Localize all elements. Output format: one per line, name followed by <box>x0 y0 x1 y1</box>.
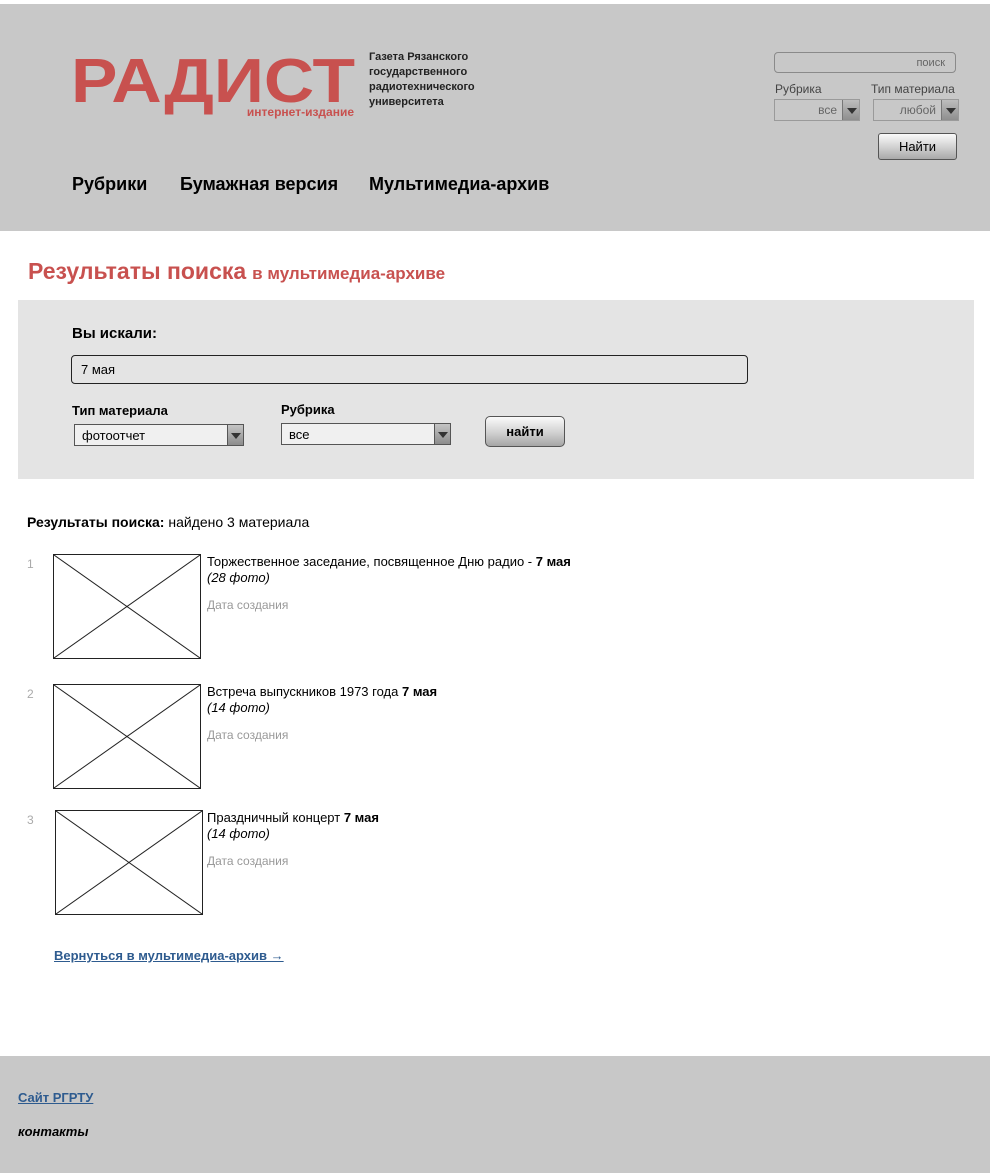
image-placeholder-icon[interactable] <box>55 810 203 915</box>
placeholder-cross <box>54 685 200 788</box>
results-summary: Результаты поиска: найдено 3 материала <box>27 514 309 530</box>
type-select-value: фотоотчет <box>82 428 146 443</box>
rubric-select-value: все <box>289 427 310 442</box>
logo-subtitle: интернет-издание <box>246 105 354 119</box>
result-title[interactable]: Встреча выпускников 1973 года 7 мая <box>207 684 437 699</box>
header-type-label: Тип материала <box>871 82 955 96</box>
rubric-label: Рубрика <box>281 402 335 417</box>
nav-item-paper-version[interactable]: Бумажная версия <box>180 174 338 195</box>
result-date: Дата создания <box>207 728 289 742</box>
result-number: 1 <box>27 557 34 571</box>
search-panel: Вы искали: Тип материала фотоотчет Рубри… <box>18 300 974 479</box>
results-summary-count: найдено 3 материала <box>168 514 310 530</box>
header-type-value: любой <box>899 103 936 117</box>
site-header: РАДИСТ интернет-издание Газета Рязанског… <box>0 4 990 231</box>
back-to-archive-link[interactable]: Вернуться в мультимедиа-архив → <box>54 948 284 963</box>
search-submit-button[interactable]: найти <box>485 416 565 447</box>
nav-item-rubrics[interactable]: Рубрики <box>72 174 147 195</box>
placeholder-cross <box>54 555 200 658</box>
list-item: 1 Торжественное заседание, посвященное Д… <box>0 554 990 664</box>
search-query-input[interactable] <box>71 355 748 384</box>
list-item: 2 Встреча выпускников 1973 года 7 мая (1… <box>0 684 990 794</box>
header-rubric-value: все <box>818 103 837 117</box>
site-tagline: Газета Рязанского государственного радио… <box>369 51 475 108</box>
page-title-main: Результаты поиска <box>28 258 247 284</box>
type-label: Тип материала <box>72 403 168 418</box>
result-date: Дата создания <box>207 854 289 868</box>
header-find-button[interactable]: Найти <box>878 133 957 160</box>
result-date: Дата создания <box>207 598 289 612</box>
result-photo-count: (14 фото) <box>207 826 270 841</box>
result-number: 3 <box>27 813 34 827</box>
header-type-select[interactable]: любой <box>873 99 959 121</box>
chevron-down-icon[interactable] <box>434 424 450 444</box>
result-photo-count: (28 фото) <box>207 570 270 585</box>
header-rubric-select[interactable]: все <box>774 99 860 121</box>
result-title-date[interactable]: 7 мая <box>344 810 379 825</box>
result-number: 2 <box>27 687 34 701</box>
result-title-date[interactable]: 7 мая <box>536 554 571 569</box>
result-photo-count: (14 фото) <box>207 700 270 715</box>
nav-item-multimedia-archive[interactable]: Мультимедиа-архив <box>369 174 549 195</box>
chevron-down-icon[interactable] <box>227 425 243 445</box>
footer-contacts[interactable]: контакты <box>18 1124 88 1139</box>
footer-site-link[interactable]: Сайт РГРТУ <box>18 1090 93 1105</box>
search-panel-heading: Вы искали: <box>72 325 157 342</box>
result-title-text[interactable]: Праздничный концерт <box>207 810 344 825</box>
header-rubric-label: Рубрика <box>775 82 822 96</box>
header-search-input[interactable] <box>774 52 956 73</box>
results-summary-label: Результаты поиска: <box>27 514 165 530</box>
result-title-text[interactable]: Торжественное заседание, посвященное Дню… <box>207 554 536 569</box>
page-title-sub: в мультимедиа-архиве <box>252 264 446 283</box>
result-title[interactable]: Праздничный концерт 7 мая <box>207 810 379 825</box>
image-placeholder-icon[interactable] <box>53 684 201 789</box>
page-title: Результаты поиска в мультимедиа-архиве <box>28 258 445 285</box>
chevron-down-icon[interactable] <box>941 100 958 120</box>
result-title[interactable]: Торжественное заседание, посвященное Дню… <box>207 554 571 569</box>
rubric-select[interactable]: все <box>281 423 451 445</box>
chevron-down-icon[interactable] <box>842 100 859 120</box>
type-select[interactable]: фотоотчет <box>74 424 244 446</box>
image-placeholder-icon[interactable] <box>53 554 201 659</box>
list-item: 3 Праздничный концерт 7 мая (14 фото) Да… <box>0 810 990 920</box>
placeholder-cross <box>56 811 202 914</box>
result-title-text[interactable]: Встреча выпускников 1973 года <box>207 684 402 699</box>
site-footer: Сайт РГРТУ контакты <box>0 1056 990 1173</box>
result-title-date[interactable]: 7 мая <box>402 684 437 699</box>
site-logo[interactable]: РАДИСТ интернет-издание <box>70 46 360 124</box>
